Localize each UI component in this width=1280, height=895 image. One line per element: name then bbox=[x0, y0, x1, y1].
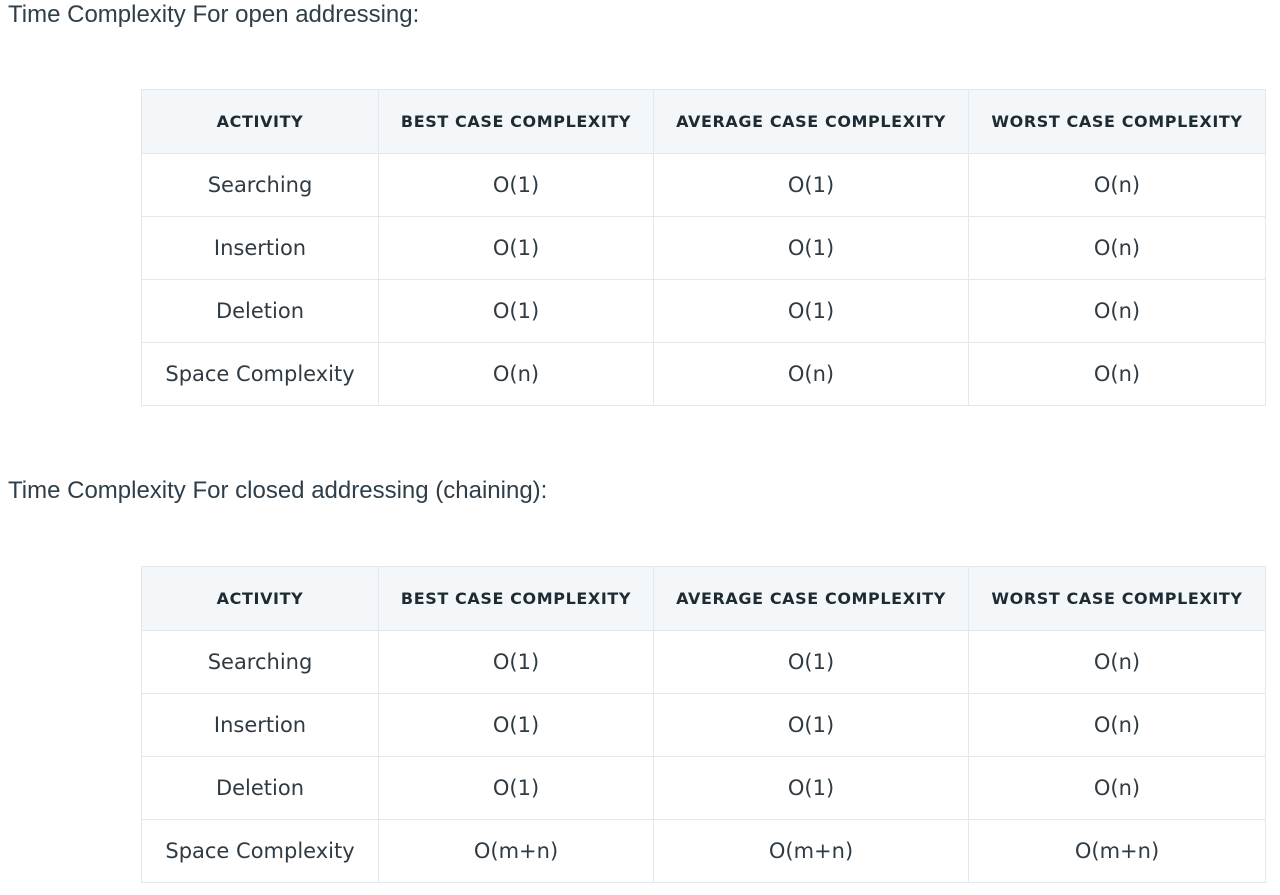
worst-case-cell: O(n) bbox=[968, 216, 1266, 280]
table-row: Space Complexity O(n) O(n) O(n) bbox=[141, 342, 1266, 406]
closed-addressing-table: ACTIVITY BEST CASE COMPLEXITY AVERAGE CA… bbox=[141, 566, 1266, 883]
header-activity: ACTIVITY bbox=[141, 566, 379, 631]
activity-cell: Insertion bbox=[141, 216, 379, 280]
worst-case-cell: O(n) bbox=[968, 153, 1266, 217]
table-row: Insertion O(1) O(1) O(n) bbox=[141, 216, 1266, 280]
header-worst-case: WORST CASE COMPLEXITY bbox=[968, 89, 1266, 154]
worst-case-cell: O(n) bbox=[968, 693, 1266, 757]
header-average-case: AVERAGE CASE COMPLEXITY bbox=[653, 566, 969, 631]
header-average-case: AVERAGE CASE COMPLEXITY bbox=[653, 89, 969, 154]
activity-cell: Deletion bbox=[141, 756, 379, 820]
average-case-cell: O(1) bbox=[653, 153, 969, 217]
table-row: Searching O(1) O(1) O(n) bbox=[141, 630, 1266, 694]
best-case-cell: O(1) bbox=[378, 630, 654, 694]
average-case-cell: O(m+n) bbox=[653, 819, 969, 883]
header-activity: ACTIVITY bbox=[141, 89, 379, 154]
worst-case-cell: O(n) bbox=[968, 756, 1266, 820]
activity-cell: Insertion bbox=[141, 693, 379, 757]
best-case-cell: O(1) bbox=[378, 693, 654, 757]
activity-cell: Space Complexity bbox=[141, 819, 379, 883]
average-case-cell: O(1) bbox=[653, 216, 969, 280]
worst-case-cell: O(n) bbox=[968, 279, 1266, 343]
activity-cell: Searching bbox=[141, 630, 379, 694]
table-row: Space Complexity O(m+n) O(m+n) O(m+n) bbox=[141, 819, 1266, 883]
table-row: Searching O(1) O(1) O(n) bbox=[141, 153, 1266, 217]
best-case-cell: O(1) bbox=[378, 279, 654, 343]
header-best-case: BEST CASE COMPLEXITY bbox=[378, 89, 654, 154]
best-case-cell: O(m+n) bbox=[378, 819, 654, 883]
header-best-case: BEST CASE COMPLEXITY bbox=[378, 566, 654, 631]
worst-case-cell: O(n) bbox=[968, 630, 1266, 694]
open-addressing-table: ACTIVITY BEST CASE COMPLEXITY AVERAGE CA… bbox=[141, 89, 1266, 406]
open-addressing-heading: Time Complexity For open addressing: bbox=[8, 1, 420, 28]
average-case-cell: O(1) bbox=[653, 756, 969, 820]
closed-addressing-heading: Time Complexity For closed addressing (c… bbox=[8, 477, 548, 504]
average-case-cell: O(1) bbox=[653, 630, 969, 694]
average-case-cell: O(1) bbox=[653, 279, 969, 343]
table-header-row: ACTIVITY BEST CASE COMPLEXITY AVERAGE CA… bbox=[141, 566, 1266, 631]
activity-cell: Searching bbox=[141, 153, 379, 217]
table-row: Deletion O(1) O(1) O(n) bbox=[141, 279, 1266, 343]
best-case-cell: O(1) bbox=[378, 153, 654, 217]
worst-case-cell: O(m+n) bbox=[968, 819, 1266, 883]
activity-cell: Space Complexity bbox=[141, 342, 379, 406]
table-row: Deletion O(1) O(1) O(n) bbox=[141, 756, 1266, 820]
table-header-row: ACTIVITY BEST CASE COMPLEXITY AVERAGE CA… bbox=[141, 89, 1266, 154]
header-worst-case: WORST CASE COMPLEXITY bbox=[968, 566, 1266, 631]
table-row: Insertion O(1) O(1) O(n) bbox=[141, 693, 1266, 757]
worst-case-cell: O(n) bbox=[968, 342, 1266, 406]
activity-cell: Deletion bbox=[141, 279, 379, 343]
average-case-cell: O(1) bbox=[653, 693, 969, 757]
best-case-cell: O(n) bbox=[378, 342, 654, 406]
average-case-cell: O(n) bbox=[653, 342, 969, 406]
best-case-cell: O(1) bbox=[378, 216, 654, 280]
best-case-cell: O(1) bbox=[378, 756, 654, 820]
